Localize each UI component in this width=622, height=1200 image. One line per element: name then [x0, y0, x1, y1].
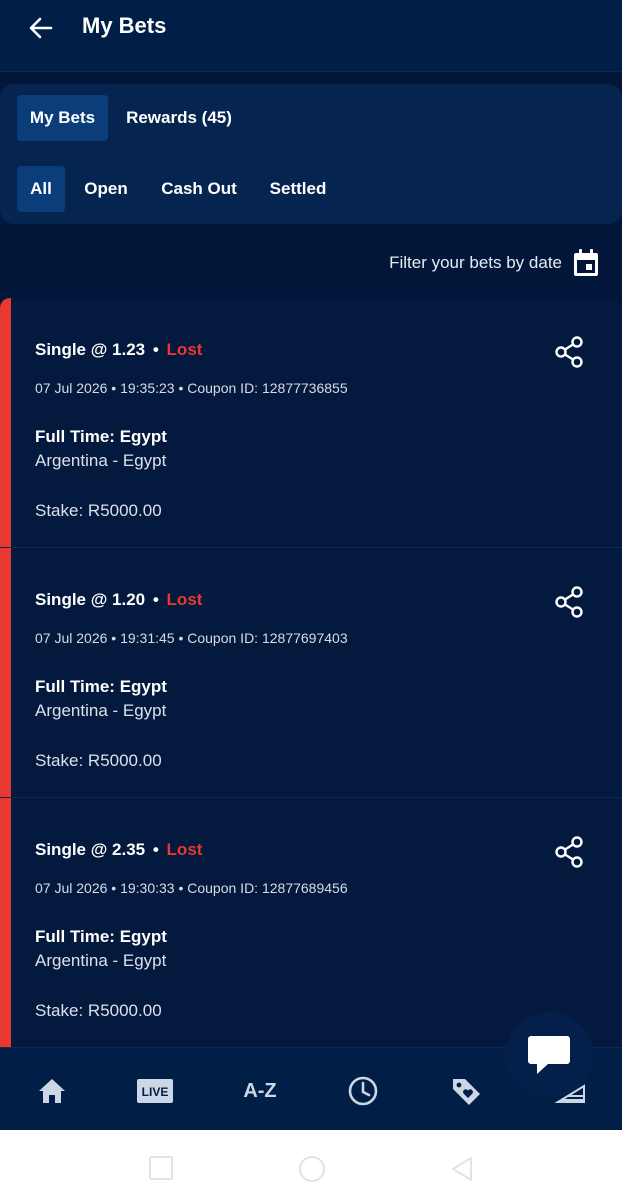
nav-recent[interactable] — [343, 1074, 383, 1108]
tab-rewards[interactable]: Rewards (45) — [118, 95, 240, 141]
separator: • — [152, 340, 159, 359]
filter-settled[interactable]: Settled — [258, 166, 338, 212]
bet-event: Argentina - Egypt — [35, 951, 167, 970]
bet-type: Single @ 2.35 — [35, 840, 146, 859]
bet-event: Argentina - Egypt — [35, 451, 167, 470]
top-header: My Bets — [0, 0, 622, 72]
bet-summary: Single @ 1.20 • Lost — [35, 590, 202, 610]
bet-type: Single @ 1.20 — [35, 590, 146, 609]
filter-open[interactable]: Open — [72, 166, 140, 212]
back-triangle-icon[interactable] — [449, 1155, 475, 1183]
bet-market: Full Time: Egypt — [35, 927, 167, 946]
bet-summary: Single @ 2.35 • Lost — [35, 840, 202, 860]
share-icon[interactable] — [553, 835, 585, 869]
nav-home[interactable] — [32, 1074, 72, 1108]
nav-az[interactable]: A-Z — [240, 1074, 280, 1108]
back-arrow-icon[interactable] — [26, 14, 56, 42]
nav-live[interactable]: LIVE — [135, 1074, 175, 1108]
bet-stake: Stake: R5000.00 — [35, 751, 162, 770]
bet-card[interactable]: Single @ 1.23 • Lost 07 Jul 2026 • 19:35… — [0, 298, 622, 548]
separator: • — [152, 840, 159, 859]
share-icon[interactable] — [553, 585, 585, 619]
bet-event: Argentina - Egypt — [35, 701, 167, 720]
bet-stake: Stake: R5000.00 — [35, 1001, 162, 1020]
date-filter-label: Filter your bets by date — [389, 253, 562, 272]
bet-type: Single @ 1.23 — [35, 340, 146, 359]
chat-bubble-icon — [528, 1036, 570, 1074]
bet-stake: Stake: R5000.00 — [35, 501, 162, 520]
recent-apps-icon[interactable] — [148, 1155, 174, 1181]
home-circle-icon[interactable] — [298, 1155, 326, 1183]
share-icon[interactable] — [553, 335, 585, 369]
page-title: My Bets — [82, 13, 167, 38]
live-label: LIVE — [142, 1085, 169, 1099]
filter-all[interactable]: All — [17, 166, 65, 212]
bet-meta: 07 Jul 2026 • 19:35:23 • Coupon ID: 1287… — [35, 380, 348, 396]
live-icon: LIVE — [137, 1079, 173, 1103]
tabs-card: My Bets Rewards (45) All Open Cash Out S… — [0, 84, 622, 224]
status-stripe — [0, 798, 11, 1047]
bet-meta: 07 Jul 2026 • 19:30:33 • Coupon ID: 1287… — [35, 880, 348, 896]
bet-card[interactable]: Single @ 1.20 • Lost 07 Jul 2026 • 19:31… — [0, 548, 622, 798]
tab-my-bets[interactable]: My Bets — [17, 95, 108, 141]
bet-meta: 07 Jul 2026 • 19:31:45 • Coupon ID: 1287… — [35, 630, 348, 646]
status-stripe — [0, 298, 11, 547]
status-badge: Lost — [166, 590, 203, 609]
app-screen: My Bets My Bets Rewards (45) All Open Ca… — [0, 0, 622, 1130]
filter-cash-out[interactable]: Cash Out — [150, 166, 248, 212]
calendar-icon[interactable] — [572, 248, 600, 278]
clock-icon — [348, 1076, 378, 1106]
status-badge: Lost — [166, 840, 203, 859]
separator: • — [152, 590, 159, 609]
bet-market: Full Time: Egypt — [35, 427, 167, 446]
az-icon: A-Z — [243, 1079, 277, 1102]
chat-button[interactable] — [505, 1012, 593, 1098]
status-badge: Lost — [166, 340, 203, 359]
bet-summary: Single @ 1.23 • Lost — [35, 340, 202, 360]
home-icon — [39, 1079, 65, 1103]
tag-heart-icon — [453, 1079, 480, 1105]
nav-promotions[interactable] — [446, 1074, 486, 1108]
status-stripe — [0, 548, 11, 797]
bet-market: Full Time: Egypt — [35, 677, 167, 696]
bet-card[interactable]: Single @ 2.35 • Lost 07 Jul 2026 • 19:30… — [0, 798, 622, 1048]
date-filter[interactable]: Filter your bets by date — [389, 244, 600, 282]
